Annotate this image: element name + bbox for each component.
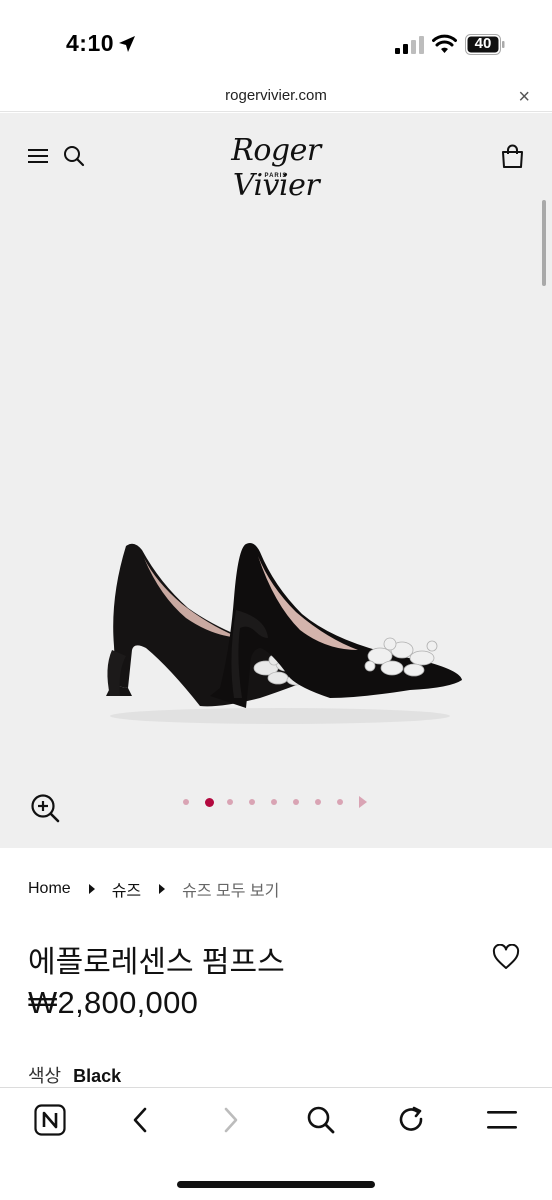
status-bar: 4:10 40 — [0, 0, 552, 84]
location-arrow-icon — [119, 36, 135, 52]
wifi-icon — [432, 34, 457, 53]
reload-icon[interactable] — [394, 1102, 430, 1138]
color-value: Black — [73, 1066, 122, 1086]
color-row: 색상 Black — [28, 1062, 121, 1088]
url-text[interactable]: rogervivier.com — [0, 87, 552, 104]
product-title: 에플로레센스 펌프스 — [28, 946, 285, 979]
breadcrumb-separator-icon — [159, 884, 166, 894]
hamburger-menu-icon[interactable] — [28, 148, 50, 164]
brand-logo-sub: PARIS — [264, 173, 288, 179]
product-image — [106, 543, 462, 724]
search-icon[interactable] — [63, 145, 85, 167]
breadcrumb-all-shoes[interactable]: 슈즈 모두 보기 — [182, 877, 279, 901]
color-label: 색상 — [28, 1066, 62, 1086]
breadcrumb-shoes[interactable]: 슈즈 — [112, 877, 141, 901]
search-icon[interactable] — [303, 1102, 339, 1138]
scrollbar[interactable] — [542, 200, 546, 286]
zoom-in-icon[interactable] — [30, 793, 60, 823]
breadcrumb-home[interactable]: Home — [28, 880, 71, 898]
gallery-dot[interactable] — [271, 799, 277, 805]
product-gallery[interactable]: Roger Vivier PARIS — [0, 113, 552, 848]
gallery-dot[interactable] — [337, 799, 343, 805]
close-icon[interactable]: × — [518, 86, 530, 109]
breadcrumb-separator-icon — [88, 884, 95, 894]
gallery-dot[interactable] — [315, 799, 321, 805]
naver-home-icon[interactable] — [32, 1102, 68, 1138]
gallery-dot[interactable] — [183, 799, 189, 805]
gallery-dot[interactable] — [293, 799, 299, 805]
battery-level: 40 — [474, 35, 492, 52]
product-price: ₩2,800,000 — [28, 985, 199, 1020]
cellular-signal-icon — [395, 36, 424, 54]
battery-icon: 40 — [465, 34, 505, 55]
gallery-pagination[interactable] — [183, 795, 367, 809]
shopping-bag-icon[interactable] — [501, 144, 524, 168]
menu-icon[interactable] — [484, 1102, 520, 1138]
status-time: 4:10 — [66, 30, 115, 56]
brand-logo[interactable]: Roger Vivier PARIS — [186, 133, 366, 203]
breadcrumb: Home 슈즈 슈즈 모두 보기 — [28, 877, 279, 901]
wishlist-heart-icon[interactable] — [492, 944, 520, 970]
forward-icon[interactable] — [213, 1102, 249, 1138]
gallery-next-icon[interactable] — [359, 796, 367, 808]
gallery-dot[interactable] — [205, 797, 214, 807]
back-icon[interactable] — [122, 1102, 158, 1138]
home-indicator[interactable] — [177, 1181, 375, 1188]
gallery-dot[interactable] — [249, 799, 255, 805]
brand-logo-script: Roger Vivier — [231, 133, 321, 203]
url-bar[interactable]: rogervivier.com × — [0, 84, 552, 112]
gallery-dot[interactable] — [227, 799, 233, 805]
